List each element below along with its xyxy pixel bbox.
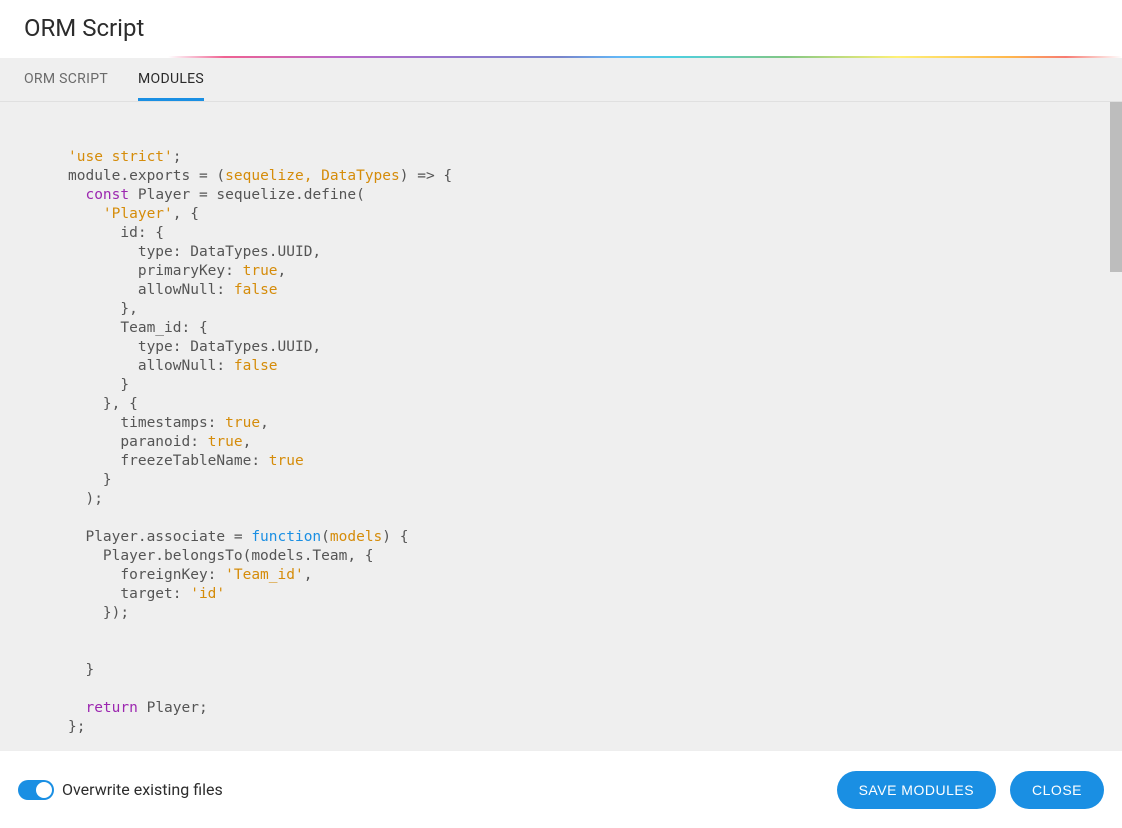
save-modules-button[interactable]: SAVE MODULES [837, 771, 996, 809]
scrollbar-thumb[interactable] [1110, 102, 1122, 272]
code-block: 'use strict'; module.exports = (sequeliz… [68, 148, 1062, 737]
footer-buttons: SAVE MODULES CLOSE [837, 771, 1104, 809]
rainbow-divider [0, 56, 1122, 58]
overwrite-toggle[interactable] [18, 780, 54, 800]
header: ORM Script [0, 0, 1122, 56]
tab-modules[interactable]: MODULES [138, 58, 204, 101]
content-area: 'use strict'; module.exports = (sequeliz… [0, 102, 1122, 790]
tab-orm-script[interactable]: ORM SCRIPT [24, 58, 108, 101]
toggle-knob [36, 782, 52, 798]
overwrite-label: Overwrite existing files [62, 780, 223, 799]
close-button[interactable]: CLOSE [1010, 771, 1104, 809]
footer: Overwrite existing files SAVE MODULES CL… [0, 750, 1122, 828]
code-editor[interactable]: 'use strict'; module.exports = (sequeliz… [0, 102, 1122, 790]
tabs: ORM SCRIPT MODULES [0, 58, 1122, 102]
page-title: ORM Script [24, 14, 1098, 42]
overwrite-toggle-wrap: Overwrite existing files [18, 780, 223, 800]
